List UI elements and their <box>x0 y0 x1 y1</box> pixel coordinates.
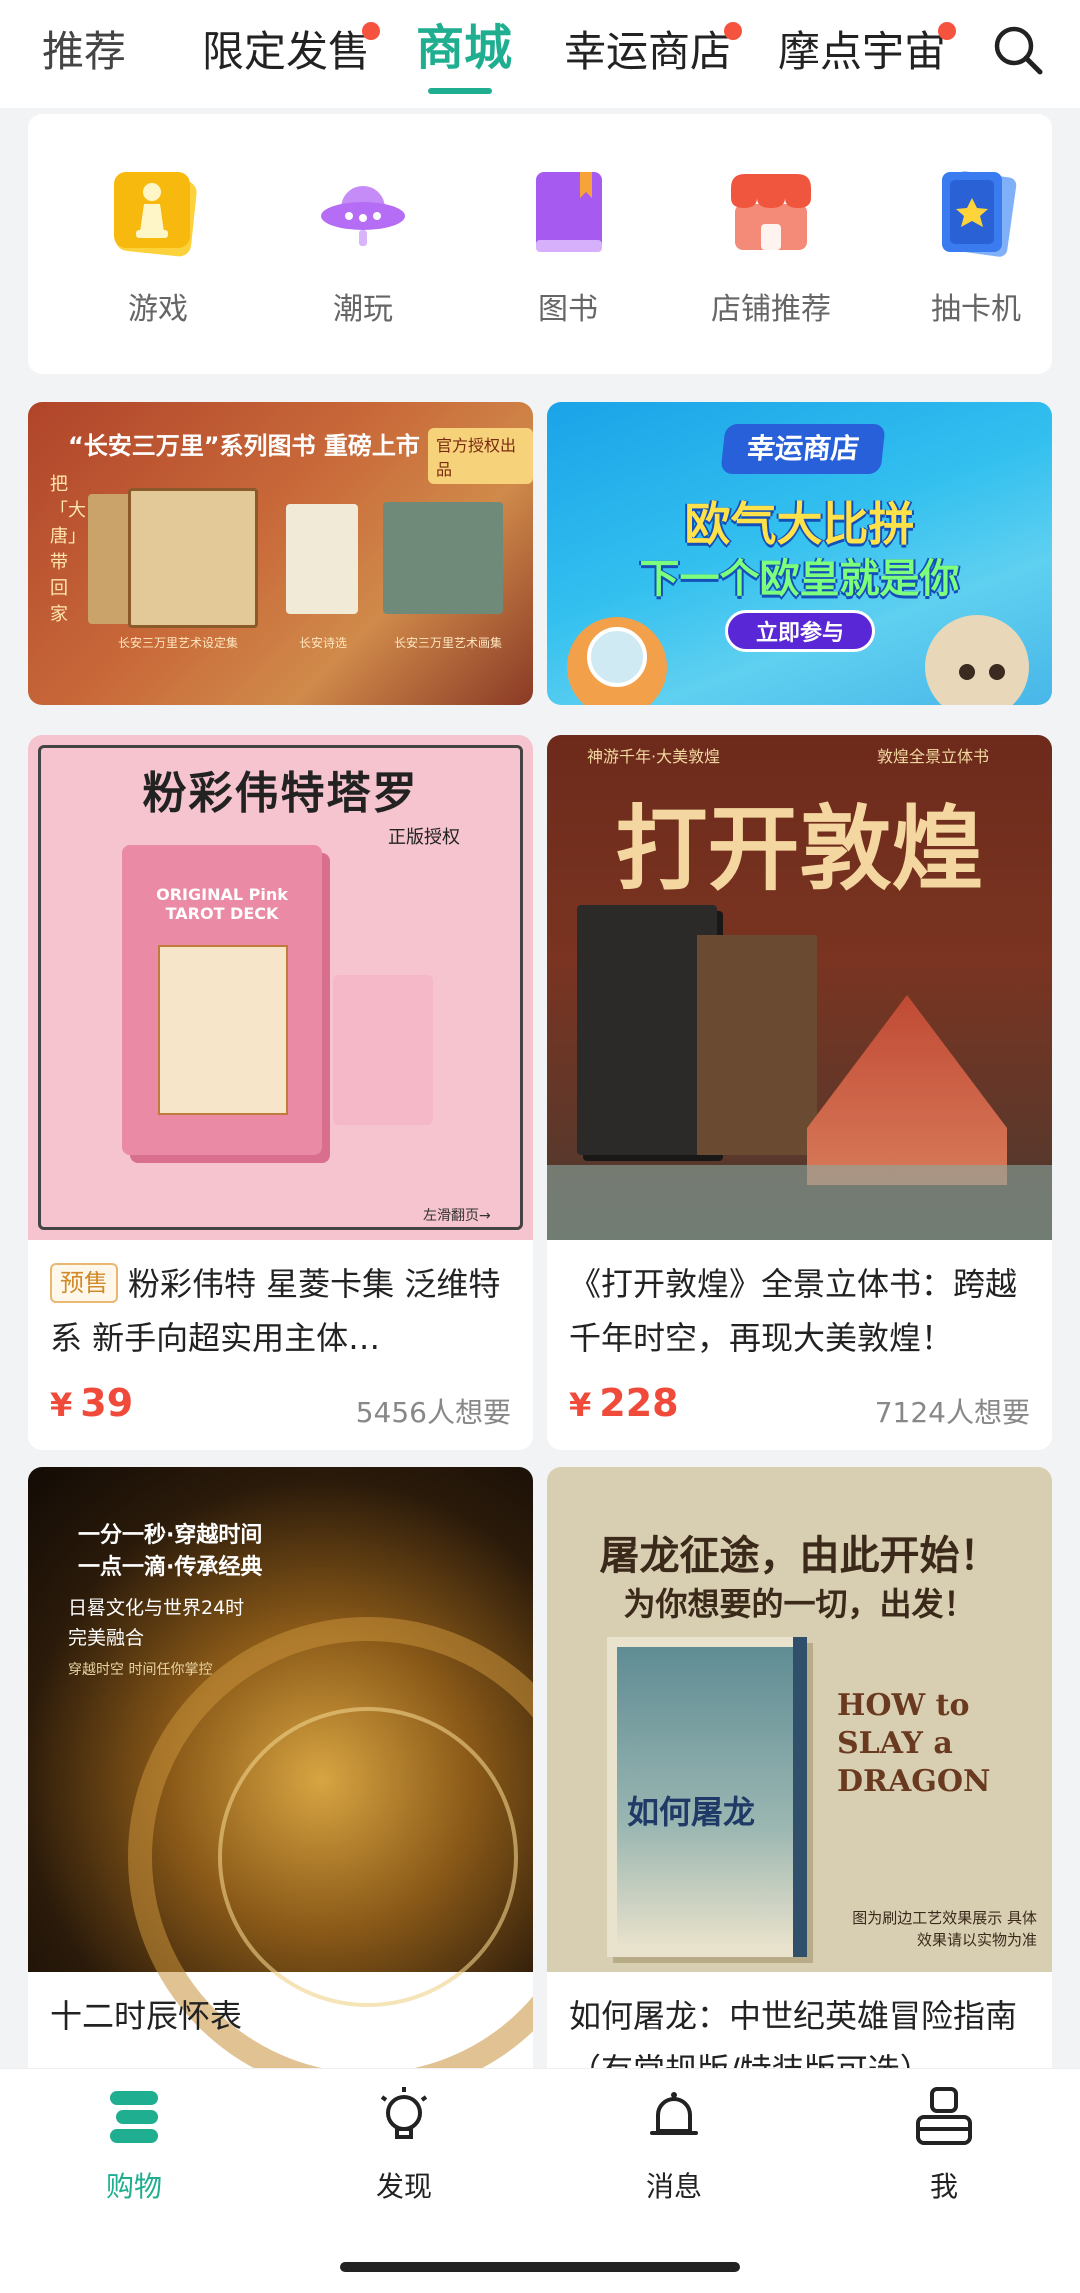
product-image-text: 穿越时空 时间任你掌控 <box>68 1662 213 1678</box>
product-image-foot: 左滑翻页→ <box>423 1208 491 1224</box>
store-icon <box>731 174 811 250</box>
product-image-headline: 打开敦煌 <box>615 795 984 903</box>
notification-dot <box>938 22 957 40</box>
search-icon[interactable] <box>990 22 1046 78</box>
category-trendy-toys[interactable]: 潮玩 <box>288 164 438 328</box>
product-title: 预售 粉彩伟特 星菱卡集 泛维特系 新手向超实用主体… <box>50 1263 501 1357</box>
product-title: 《打开敦煌》全景立体书：跨越千年时空，再现大美敦煌！ <box>569 1265 1018 1357</box>
category-games[interactable]: 游戏 <box>83 164 233 328</box>
product-image-headline: 粉彩伟特塔罗 <box>142 768 419 819</box>
want-count: 5456人想要 <box>355 1396 511 1429</box>
top-tab-bar: 推荐 限定发售 商城 幸运商店 摩点宇宙 <box>0 0 1080 108</box>
banner-side-text: 把「大唐」带回家 <box>50 474 86 625</box>
nav-shopping[interactable]: 购物 <box>74 2085 194 2205</box>
banner-caption: 长安诗选 <box>298 636 347 650</box>
nav-label: 我 <box>929 2170 958 2203</box>
banner-lucky-store[interactable]: 幸运商店 欧气大比拼 下一个欧皇就是你 立即参与 <box>547 402 1052 705</box>
banner-brand: 幸运商店 <box>720 424 886 474</box>
tab-limited-release[interactable]: 限定发售 <box>202 22 381 82</box>
product-image-headline: 屠龙征途，由此开始！ <box>599 1532 1000 1579</box>
banner-title: “长安三万里”系列图书 重磅上市 <box>68 432 420 460</box>
nav-me[interactable]: 我 <box>884 2085 1004 2205</box>
bell-icon <box>650 2092 698 2135</box>
lightbulb-icon <box>380 2087 428 2139</box>
nav-label: 消息 <box>645 2170 702 2203</box>
active-tab-indicator <box>428 88 492 94</box>
product-image-english-title: HOW to SLAY a DRAGON <box>837 1688 991 1799</box>
category-card-machine[interactable]: 抽卡机 <box>901 164 1051 328</box>
product-image-note: 图为刷边工艺效果展示 具体效果请以实物为准 <box>852 1909 1037 1949</box>
product-card[interactable]: 粉彩伟特塔罗 正版授权 ORIGINAL Pink TAROT DECK 左滑翻… <box>28 735 533 1450</box>
product-price: ¥39 <box>50 1381 134 1425</box>
tab-recommend[interactable]: 推荐 <box>42 22 126 82</box>
ufo-icon <box>321 186 405 246</box>
want-count: 7124人想要 <box>874 1396 1030 1429</box>
app-root: 推荐 限定发售 商城 幸运商店 摩点宇宙 游戏 潮玩 图书 店铺推荐 抽卡机 “… <box>0 0 1080 2293</box>
category-store-recommend[interactable]: 店铺推荐 <box>696 164 846 328</box>
nav-messages[interactable]: 消息 <box>614 2085 734 2205</box>
product-image: 神游千年·大美敦煌 敦煌全景立体书 打开敦煌 <box>547 735 1052 1240</box>
toy-figures-image <box>567 615 1029 705</box>
product-image-subtitle: 敦煌全景立体书 <box>877 747 990 766</box>
category-label: 店铺推荐 <box>711 292 831 327</box>
product-image: 一分一秒·穿越时间 一点一滴·传承经典 日晷文化与世界24时 完美融合 穿越时空… <box>28 1467 533 2097</box>
notification-dot <box>724 22 743 40</box>
bottom-navigation: 购物 发现 消息 我 <box>0 2068 1080 2293</box>
product-image-text: 一分一秒·穿越时间 <box>78 1523 263 1548</box>
nav-discover[interactable]: 发现 <box>344 2085 464 2205</box>
banner-caption: 长安三万里艺术画集 <box>393 636 502 650</box>
product-image-text: 一点一滴·传承经典 <box>78 1555 263 1580</box>
product-image-deck-text: ORIGINAL Pink TAROT DECK <box>156 885 288 923</box>
product-image-book-title: 如何屠龙 <box>627 1793 756 1831</box>
product-card[interactable]: 屠龙征途，由此开始！ 为你想要的一切，出发！ 如何屠龙 HOW to SLAY … <box>547 1467 1052 2107</box>
presale-badge: 预售 <box>50 1263 118 1303</box>
card-icon <box>942 171 1017 257</box>
product-image-text: 完美融合 <box>68 1627 145 1649</box>
tab-lucky-store[interactable]: 幸运商店 <box>564 22 743 82</box>
home-indicator[interactable] <box>340 2262 740 2272</box>
tab-mall[interactable]: 商城 <box>416 18 512 78</box>
shopping-icon <box>110 2091 158 2143</box>
product-image-subtitle: 正版授权 <box>388 827 460 848</box>
category-label: 潮玩 <box>333 292 393 327</box>
category-label: 抽卡机 <box>931 292 1021 327</box>
book-icon <box>536 172 602 252</box>
banner-changan[interactable]: “长安三万里”系列图书 重磅上市 官方授权出品 把「大唐」带回家 长安三万里艺术… <box>28 402 533 705</box>
product-image: 屠龙征途，由此开始！ 为你想要的一切，出发！ 如何屠龙 HOW to SLAY … <box>547 1467 1052 1972</box>
product-card[interactable]: 神游千年·大美敦煌 敦煌全景立体书 打开敦煌 《打开敦煌》全景立体书：跨越千年时… <box>547 735 1052 1450</box>
nav-label: 发现 <box>375 2170 432 2203</box>
chess-icon <box>114 172 197 257</box>
category-label: 图书 <box>538 292 598 327</box>
nav-label: 购物 <box>105 2170 162 2203</box>
banner-caption: 长安三万里艺术设定集 <box>117 636 238 650</box>
banner-headline: 欧气大比拼 <box>684 497 915 551</box>
profile-icon <box>916 2087 972 2145</box>
product-card[interactable]: 一分一秒·穿越时间 一点一滴·传承经典 日晷文化与世界24时 完美融合 穿越时空… <box>28 1467 533 2107</box>
book-image <box>128 488 258 628</box>
tab-modian-universe[interactable]: 摩点宇宙 <box>778 22 957 82</box>
category-card: 游戏 潮玩 图书 店铺推荐 抽卡机 <box>28 114 1052 374</box>
book-image <box>286 504 358 614</box>
book-image <box>383 502 503 614</box>
category-label: 游戏 <box>128 292 188 327</box>
notification-dot <box>362 22 381 40</box>
banner-tag: 官方授权出品 <box>428 428 533 484</box>
product-image: 粉彩伟特塔罗 正版授权 ORIGINAL Pink TAROT DECK 左滑翻… <box>28 735 533 1240</box>
product-image-text: 日晷文化与世界24时 <box>68 1597 245 1619</box>
product-image-subtitle: 神游千年·大美敦煌 <box>587 747 721 766</box>
product-price: ¥228 <box>569 1381 679 1425</box>
category-books[interactable]: 图书 <box>493 164 643 328</box>
product-image-subtitle: 为你想要的一切，出发！ <box>623 1585 976 1623</box>
